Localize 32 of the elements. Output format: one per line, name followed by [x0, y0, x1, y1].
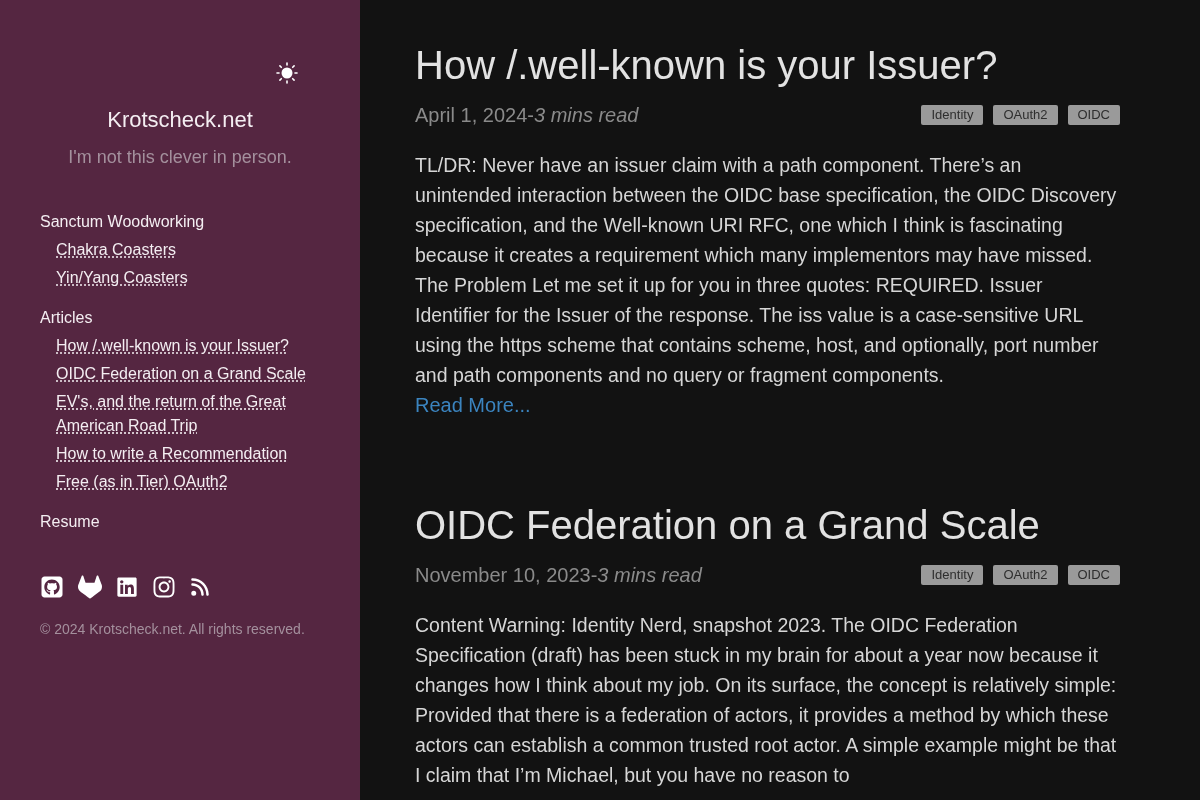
tagline: I'm not this clever in person. [68, 146, 292, 169]
read-more-link[interactable]: Read More... [415, 390, 531, 420]
nav-section-link[interactable]: Articles [40, 306, 93, 330]
sun-icon[interactable] [276, 62, 298, 84]
article-title[interactable]: How /.well-known is your Issuer? [415, 41, 998, 89]
tag-chip[interactable]: OAuth2 [993, 565, 1058, 585]
tag-chip[interactable]: Identity [921, 105, 984, 125]
nav-link[interactable]: Yin/Yang Coasters [56, 266, 188, 290]
nav-link[interactable]: Free (as in Tier) OAuth2 [56, 470, 228, 494]
tag-chip[interactable]: OIDC [1067, 565, 1120, 585]
copyright-text: © 2024 Krotscheck.net. All rights reserved. [40, 621, 305, 637]
article-summary: Content Warning: Identity Nerd, snapshot 2023. The OIDC Federation Specification (draft) has been stuck in my brain for about a year now because it changes how I think about my job. On its surface, the concept is relatively simple: Provided that there is a federation of actors, it provides a method by which these actors can establish a common trusted root actor. A simple example might be that I claim that I’m Michael, but you have no reason to [415, 613, 1118, 788]
tag-chip[interactable]: OAuth2 [993, 105, 1058, 125]
article-byline: November 10, 2023-3 mins read [415, 563, 702, 588]
nav-link[interactable]: OIDC Federation on a Grand Scale [56, 362, 306, 386]
github-icon[interactable] [40, 575, 64, 599]
article-summary: TL/DR: Never have an issuer claim with a path component. There’s an unintended interaction between the OIDC base specification, the OIDC Discovery specification, and the Well-known URI RFC, one which I think is fascinating because it creates a requirement which many implementors may have missed. The Problem Let me set it up for you in three quotes: REQUIRED. Issuer Identifier for the Issuer of the response. The iss value is a case-sensitive URL using the https scheme that contains scheme, host, and optionally, port number and path components and no query or fragment components. [415, 153, 1118, 388]
gitlab-icon[interactable] [78, 575, 102, 599]
nav-link[interactable]: How /.well-known is your Issuer? [56, 334, 289, 358]
nav-section-link[interactable]: Resume [40, 510, 100, 534]
nav-link[interactable]: Chakra Coasters [56, 238, 177, 262]
tag-chip[interactable]: OIDC [1067, 105, 1120, 125]
nav-link[interactable]: EV's, and the return of the Great American Road Trip [56, 390, 320, 438]
linkedin-icon[interactable] [116, 576, 138, 598]
nav-section-link[interactable]: Sanctum Woodworking [40, 210, 205, 234]
nav-link[interactable]: How to write a Recommendation [56, 442, 288, 466]
article-title[interactable]: OIDC Federation on a Grand Scale [415, 501, 1040, 549]
rss-icon[interactable] [190, 577, 210, 597]
tag-chip[interactable]: Identity [921, 565, 984, 585]
site-title[interactable]: Krotscheck.net [107, 106, 253, 134]
article-byline: April 1, 2024-3 mins read [415, 103, 639, 128]
instagram-icon[interactable] [152, 575, 176, 599]
